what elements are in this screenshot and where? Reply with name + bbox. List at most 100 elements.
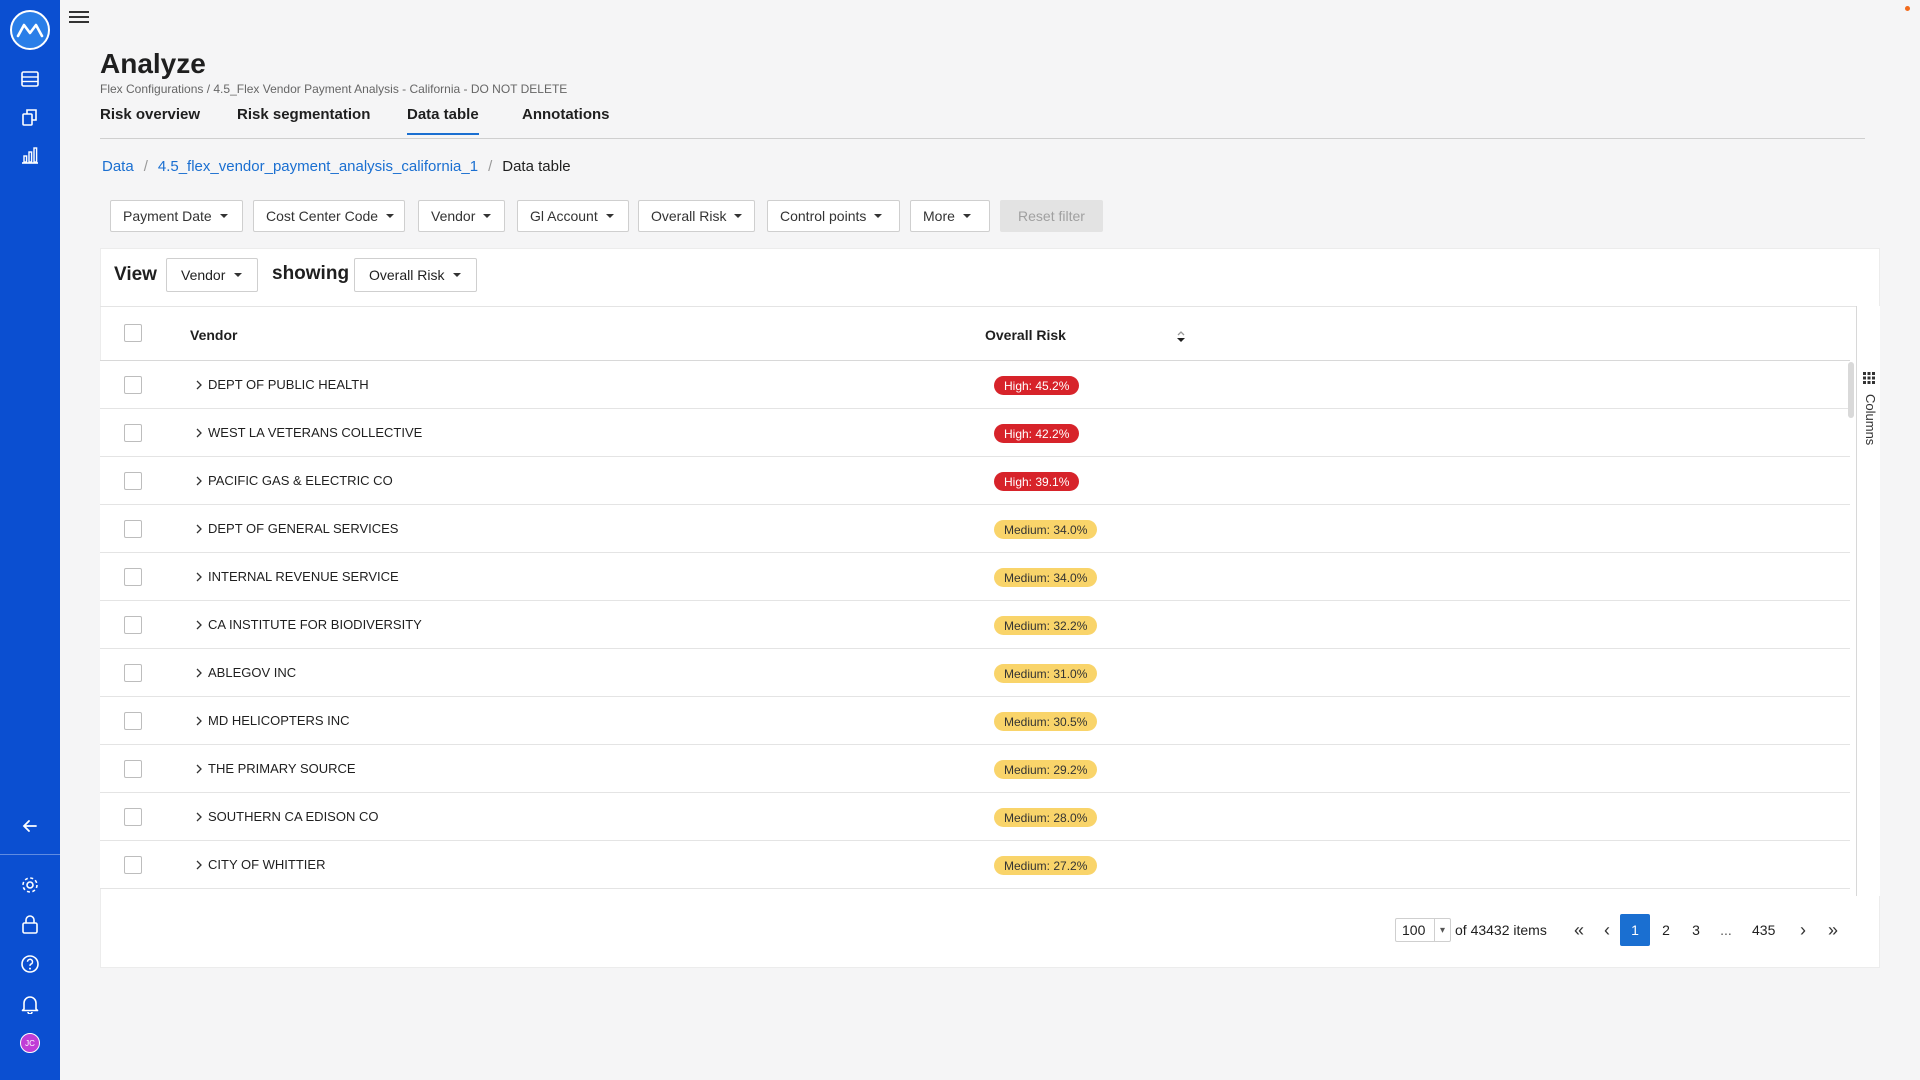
row-checkbox[interactable] <box>124 664 142 682</box>
columns-grid-icon[interactable] <box>1863 372 1875 384</box>
chevron-right-icon[interactable] <box>194 762 204 776</box>
row-checkbox[interactable] <box>124 424 142 442</box>
lock-icon[interactable] <box>19 913 41 935</box>
page-button-2[interactable]: 2 <box>1655 914 1677 946</box>
chevron-right-icon[interactable] <box>194 858 204 872</box>
tab-risk-segmentation[interactable]: Risk segmentation <box>237 106 370 133</box>
table-row[interactable]: ABLEGOV INC Medium: 31.0% <box>100 649 1850 697</box>
filter-cost-center-code[interactable]: Cost Center Code <box>253 200 405 232</box>
vendor-name: ABLEGOV INC <box>208 665 297 680</box>
table-row[interactable]: PACIFIC GAS & ELECTRIC CO High: 39.1% <box>100 457 1850 505</box>
notification-dot <box>1905 6 1910 11</box>
chevron-right-icon[interactable] <box>194 810 204 824</box>
table-row[interactable]: DEPT OF PUBLIC HEALTH High: 45.2% <box>100 361 1850 409</box>
page-title: Analyze <box>100 48 206 79</box>
chevron-right-icon[interactable] <box>194 522 204 536</box>
analytics-chart-icon[interactable] <box>19 144 41 166</box>
table-row[interactable]: CA INSTITUTE FOR BIODIVERSITY Medium: 32… <box>100 601 1850 649</box>
chevron-right-icon[interactable] <box>194 474 204 488</box>
table-row[interactable]: SOUTHERN CA EDISON CO Medium: 28.0% <box>100 793 1850 841</box>
row-checkbox[interactable] <box>124 856 142 874</box>
chevron-down-icon: ▾ <box>1434 919 1450 941</box>
breadcrumb-dataset-link[interactable]: 4.5_flex_vendor_payment_analysis_califor… <box>158 158 478 175</box>
vendor-name: PACIFIC GAS & ELECTRIC CO <box>208 473 393 488</box>
items-count: of 43432 items <box>1455 922 1547 938</box>
tab-annotations[interactable]: Annotations <box>522 106 610 133</box>
filter-more[interactable]: More <box>910 200 990 232</box>
sort-descending-icon[interactable] <box>1175 330 1187 344</box>
row-checkbox[interactable] <box>124 760 142 778</box>
sidebar-divider <box>0 854 60 855</box>
table-row[interactable]: DEPT OF GENERAL SERVICES Medium: 34.0% <box>100 505 1850 553</box>
documents-icon[interactable] <box>19 106 41 128</box>
vendor-name: CA INSTITUTE FOR BIODIVERSITY <box>208 617 422 632</box>
reset-filter-button[interactable]: Reset filter <box>1000 200 1103 232</box>
previous-page-icon[interactable]: ‹ <box>1596 914 1618 946</box>
risk-badge-medium: Medium: 30.5% <box>994 712 1098 731</box>
vendor-name: THE PRIMARY SOURCE <box>208 761 356 776</box>
caret-down-icon <box>734 214 743 218</box>
filter-overall-risk[interactable]: Overall Risk <box>638 200 755 232</box>
showing-select[interactable]: Overall Risk <box>354 258 477 292</box>
column-header-overall-risk[interactable]: Overall Risk <box>985 327 1066 343</box>
row-checkbox[interactable] <box>124 568 142 586</box>
hamburger-menu-icon[interactable] <box>69 8 89 26</box>
tab-risk-overview[interactable]: Risk overview <box>100 106 200 133</box>
chevron-right-icon[interactable] <box>194 426 204 440</box>
showing-label: showing <box>272 263 350 284</box>
table-scrollbar[interactable] <box>1848 362 1854 418</box>
select-all-checkbox[interactable] <box>124 324 142 342</box>
page-button-last[interactable]: 435 <box>1752 914 1775 946</box>
risk-badge-medium: Medium: 34.0% <box>994 568 1098 587</box>
tab-data-table[interactable]: Data table <box>407 106 479 135</box>
table-row[interactable]: THE PRIMARY SOURCE Medium: 29.2% <box>100 745 1850 793</box>
column-header-vendor[interactable]: Vendor <box>190 327 237 343</box>
page-button-3[interactable]: 3 <box>1685 914 1707 946</box>
breadcrumb-data-link[interactable]: Data <box>102 158 134 175</box>
filter-control-points[interactable]: Control points <box>767 200 900 232</box>
page-button-1[interactable]: 1 <box>1620 914 1650 946</box>
row-checkbox[interactable] <box>124 616 142 634</box>
next-page-icon[interactable]: › <box>1792 914 1814 946</box>
row-checkbox[interactable] <box>124 808 142 826</box>
caret-down-icon <box>386 214 395 218</box>
first-page-icon[interactable]: « <box>1568 914 1590 946</box>
table-row[interactable]: INTERNAL REVENUE SERVICE Medium: 34.0% <box>100 553 1850 601</box>
breadcrumb-separator: / <box>488 158 493 175</box>
caret-down-icon <box>453 273 462 277</box>
last-page-icon[interactable]: » <box>1822 914 1844 946</box>
caret-down-icon <box>962 214 971 218</box>
caret-down-icon <box>483 214 492 218</box>
vendor-name: CITY OF WHITTIER <box>208 857 326 872</box>
help-question-icon[interactable] <box>19 953 41 975</box>
row-checkbox[interactable] <box>124 472 142 490</box>
app-logo-icon[interactable] <box>10 10 50 50</box>
breadcrumb-current: Data table <box>502 158 571 175</box>
columns-panel-toggle[interactable]: Columns <box>1858 394 1878 445</box>
filter-payment-date[interactable]: Payment Date <box>110 200 243 232</box>
breadcrumb-separator: / <box>143 158 148 175</box>
filter-vendor[interactable]: Vendor <box>418 200 505 232</box>
chevron-right-icon[interactable] <box>194 666 204 680</box>
table-row[interactable]: MD HELICOPTERS INC Medium: 30.5% <box>100 697 1850 745</box>
chevron-right-icon[interactable] <box>194 378 204 392</box>
data-list-icon[interactable] <box>19 68 41 90</box>
view-select[interactable]: Vendor <box>166 258 258 292</box>
gear-icon[interactable] <box>19 874 41 896</box>
row-checkbox[interactable] <box>124 520 142 538</box>
chevron-right-icon[interactable] <box>194 714 204 728</box>
chevron-right-icon[interactable] <box>194 570 204 584</box>
vendor-name: MD HELICOPTERS INC <box>208 713 350 728</box>
user-avatar[interactable]: JC <box>20 1033 40 1053</box>
page-size-select[interactable]: 100 ▾ <box>1395 918 1451 942</box>
data-breadcrumb: Data / 4.5_flex_vendor_payment_analysis_ca… <box>102 158 571 175</box>
table-row[interactable]: CITY OF WHITTIER Medium: 27.2% <box>100 841 1850 889</box>
filter-gl-account[interactable]: Gl Account <box>517 200 629 232</box>
row-checkbox[interactable] <box>124 376 142 394</box>
table-row[interactable]: WEST LA VETERANS COLLECTIVE High: 42.2% <box>100 409 1850 457</box>
collapse-arrow-left-icon[interactable] <box>19 815 41 837</box>
vendor-name: SOUTHERN CA EDISON CO <box>208 809 379 824</box>
chevron-right-icon[interactable] <box>194 618 204 632</box>
row-checkbox[interactable] <box>124 712 142 730</box>
bell-icon[interactable] <box>19 993 41 1015</box>
